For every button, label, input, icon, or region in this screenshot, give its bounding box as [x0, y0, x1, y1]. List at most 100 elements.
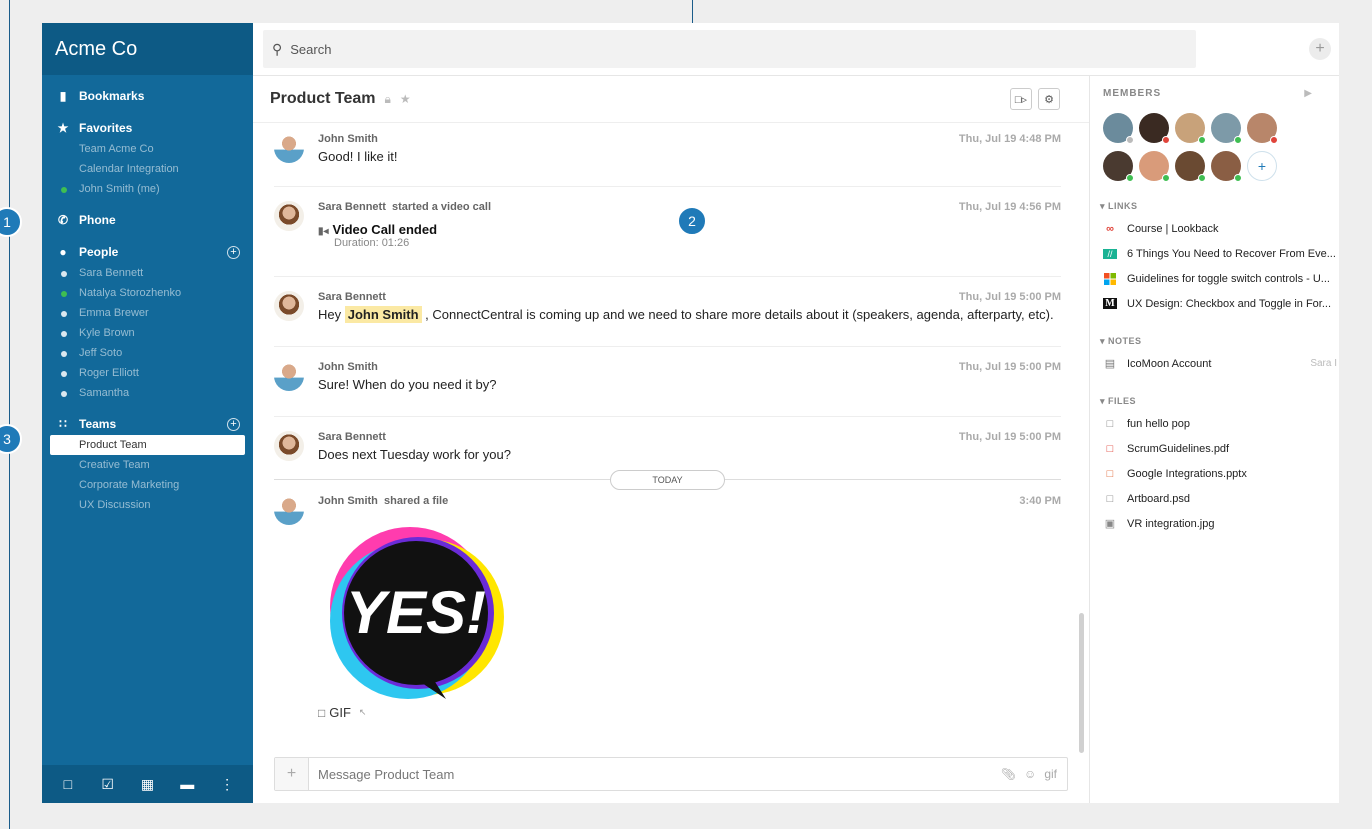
star-icon[interactable]: ★ [400, 92, 411, 106]
avatar[interactable] [274, 361, 304, 391]
video-camera-icon: ▮◂ [318, 226, 329, 237]
settings-button[interactable]: ⚙ [1038, 88, 1060, 110]
add-team-icon[interactable]: + [227, 417, 240, 431]
member-avatar[interactable] [1103, 151, 1134, 182]
team-item[interactable]: Creative Team [42, 455, 253, 475]
add-member-button[interactable]: + [1247, 151, 1277, 181]
sidebar-bookmarks[interactable]: ▮ Bookmarks [42, 85, 253, 107]
collapse-panel-icon[interactable]: ▶ [1304, 88, 1312, 99]
link-item[interactable]: M UX Design: Checkbox and Toggle in For..… [1103, 291, 1339, 316]
message-author[interactable]: Sara Bennett [318, 201, 386, 213]
note-icon: ▤ [1104, 358, 1116, 370]
team-item[interactable]: Corporate Marketing [42, 475, 253, 495]
files-title[interactable]: ▾ FILES [1100, 396, 1339, 407]
file-caption[interactable]: □ GIF ↖ [318, 705, 1061, 720]
avatar[interactable] [274, 291, 304, 321]
member-avatar[interactable] [1175, 113, 1206, 144]
favorite-item[interactable]: John Smith (me) [42, 179, 253, 199]
avatar[interactable] [274, 201, 304, 231]
file-name: Artboard.psd [1127, 492, 1190, 505]
file-item[interactable]: □ ScrumGuidelines.pdf [1103, 436, 1339, 461]
member-avatar[interactable] [1211, 151, 1242, 182]
search-input[interactable]: ⚲ Search [263, 30, 1196, 68]
new-button[interactable]: + [1309, 38, 1331, 60]
message-author[interactable]: Sara Bennett [318, 291, 1061, 303]
paperclip-icon[interactable]: 📎︎ [1001, 767, 1016, 781]
gif-text: YES! [346, 579, 486, 646]
pptx-icon: □ [1106, 467, 1114, 480]
avatar[interactable] [274, 495, 304, 525]
file-item[interactable]: ▣ VR integration.jpg [1103, 511, 1339, 536]
add-person-icon[interactable]: + [227, 245, 240, 259]
message-input[interactable]: Message Product Team [309, 767, 1001, 782]
person-item[interactable]: Kyle Brown [42, 323, 253, 343]
file-name: fun hello pop [1127, 417, 1190, 430]
member-avatar[interactable] [1103, 113, 1134, 144]
medium-icon: M [1103, 298, 1117, 309]
star-icon: ★ [57, 121, 69, 135]
person-item[interactable]: Roger Elliott [42, 363, 253, 383]
scrollbar[interactable] [1079, 613, 1084, 753]
favorite-item[interactable]: Team Acme Co [42, 139, 253, 159]
callout-marker: 1 [0, 207, 22, 237]
image-file-icon: ▣ [1104, 518, 1116, 530]
app-window: Acme Co ▮ Bookmarks ★ Favorites Team Acm… [42, 23, 1339, 803]
link-title: 6 Things You Need to Recover From Eve... [1127, 247, 1336, 260]
callout-marker: 2 [677, 206, 707, 236]
message-composer[interactable]: + Message Product Team 📎︎ ☺ gif [274, 757, 1068, 791]
more-icon[interactable]: ⋮ [217, 776, 237, 793]
message: Sara Bennett Does next Tuesday work for … [274, 417, 1061, 471]
sidebar-teams[interactable]: ∷ Teams + [42, 413, 253, 435]
attach-plus-button[interactable]: + [275, 758, 309, 790]
team-item-selected[interactable]: Product Team [50, 435, 245, 455]
notes-title[interactable]: ▾ NOTES [1100, 336, 1339, 347]
gif-image[interactable]: YES! [318, 521, 518, 701]
team-item[interactable]: UX Discussion [42, 495, 253, 515]
message-author[interactable]: John Smith [318, 361, 1061, 373]
message-time: Thu, Jul 19 5:00 PM [958, 431, 1061, 443]
calendar-icon[interactable]: ▦ [137, 776, 157, 793]
sidebar-phone[interactable]: ✆ Phone [42, 209, 253, 231]
file-item[interactable]: □ Google Integrations.pptx [1103, 461, 1339, 486]
member-avatar[interactable] [1139, 113, 1170, 144]
note-item[interactable]: ▤ IcoMoon Account Sara I [1103, 351, 1339, 376]
member-avatar[interactable] [1211, 113, 1242, 144]
workspace-name[interactable]: Acme Co [42, 23, 253, 75]
inbox-icon[interactable]: □ [58, 776, 78, 792]
emoji-icon[interactable]: ☺ [1024, 767, 1036, 781]
person-item[interactable]: Emma Brewer [42, 303, 253, 323]
file-item[interactable]: □ Artboard.psd [1103, 486, 1339, 511]
sidebar-people[interactable]: ● People + [42, 241, 253, 263]
file-icon: □ [1106, 417, 1114, 430]
member-avatar[interactable] [1175, 151, 1206, 182]
person-item[interactable]: Sara Bennett [42, 263, 253, 283]
person-item[interactable]: Jeff Soto [42, 343, 253, 363]
person-item[interactable]: Natalya Storozhenko [42, 283, 253, 303]
member-avatar[interactable] [1247, 113, 1278, 144]
expand-icon[interactable]: ↖ [359, 707, 367, 718]
message-author[interactable]: John Smith [318, 495, 378, 507]
folder-icon[interactable]: ▬ [177, 776, 197, 792]
link-item[interactable]: ∞ Course | Lookback [1103, 216, 1339, 241]
favorite-item[interactable]: Calendar Integration [42, 159, 253, 179]
avatar[interactable] [274, 133, 304, 163]
message-text: Good! I like it! [318, 149, 398, 164]
person-item[interactable]: Samantha [42, 383, 253, 403]
gif-button[interactable]: gif [1044, 767, 1057, 781]
lookback-icon: ∞ [1106, 222, 1114, 235]
link-item[interactable]: // 6 Things You Need to Recover From Eve.… [1103, 241, 1339, 266]
sidebar-favorites[interactable]: ★ Favorites [42, 117, 253, 139]
message-author[interactable]: Sara Bennett [318, 431, 1061, 443]
link-item[interactable]: Guidelines for toggle switch controls - … [1103, 266, 1339, 291]
video-call-button[interactable]: □▹ [1010, 88, 1032, 110]
mention[interactable]: John Smith [344, 306, 422, 323]
link-title: Course | Lookback [1127, 222, 1219, 235]
links-title[interactable]: ▾ LINKS [1100, 201, 1339, 212]
sidebar-teams-label: Teams [79, 417, 117, 431]
tasks-icon[interactable]: ☑ [98, 776, 118, 793]
avatar[interactable] [274, 431, 304, 461]
message-author[interactable]: John Smith [318, 133, 1061, 145]
member-avatar[interactable] [1139, 151, 1170, 182]
link-title: UX Design: Checkbox and Toggle in For... [1127, 297, 1332, 310]
file-item[interactable]: □ fun hello pop [1103, 411, 1339, 436]
